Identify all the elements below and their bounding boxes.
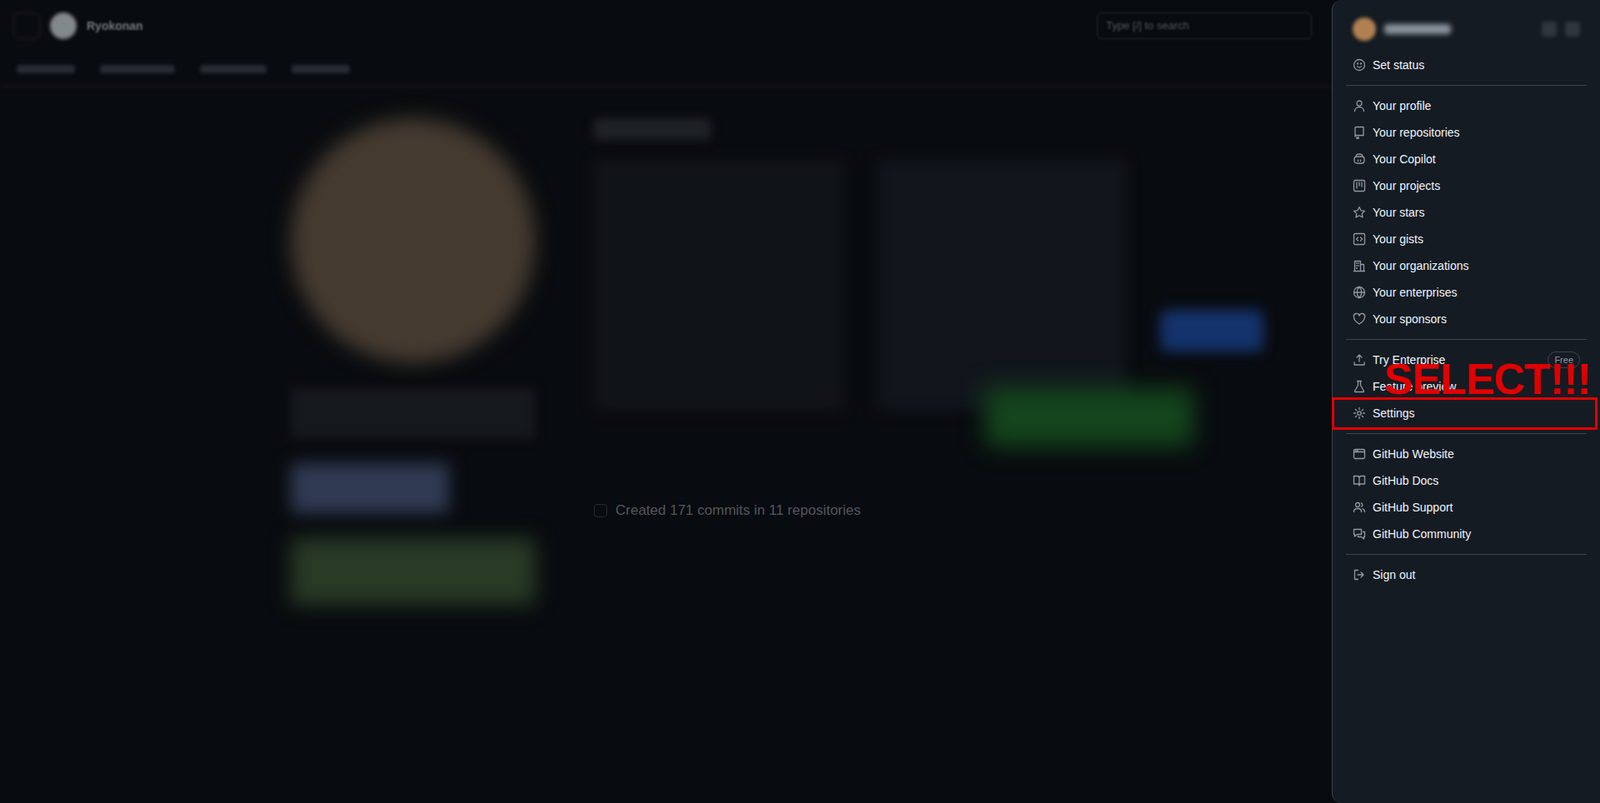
browser-icon xyxy=(1352,447,1366,461)
menu-item-label: Settings xyxy=(1372,404,1416,423)
book-icon xyxy=(1352,473,1366,488)
people-icon xyxy=(1352,500,1366,514)
sign-out-icon xyxy=(1352,568,1366,582)
menu-item[interactable]: Your Copilot xyxy=(1345,145,1587,173)
menu-item-label: Your organizations xyxy=(1372,257,1469,275)
menu-item-label: Your Copilot xyxy=(1372,150,1436,169)
menu-item-label: Your stars xyxy=(1372,204,1426,222)
menu-item[interactable]: Your stars xyxy=(1345,199,1587,226)
github-profile-page: Ryokonan Type [/] to search xyxy=(0,0,1600,803)
project-icon xyxy=(1352,179,1366,193)
upload-icon xyxy=(1352,353,1366,367)
code-square-icon xyxy=(1352,232,1366,246)
menu-item[interactable]: Sign out xyxy=(1345,561,1587,589)
menu-item[interactable]: Your sponsors xyxy=(1345,305,1587,333)
menu-item[interactable]: Your projects xyxy=(1345,172,1587,200)
menu-item[interactable]: GitHub Website xyxy=(1345,440,1587,468)
menu-item-label: GitHub Docs xyxy=(1372,472,1439,490)
menu-header xyxy=(1345,6,1587,52)
menu-divider xyxy=(1345,553,1587,555)
menu-item-label: Your sponsors xyxy=(1372,310,1447,329)
menu-item-label: Set status xyxy=(1372,56,1425,75)
menu-divider xyxy=(1345,338,1587,340)
globe-icon xyxy=(1352,285,1366,300)
annotation-label: SELECT!!! xyxy=(1384,357,1591,401)
highlight-box xyxy=(1331,397,1598,430)
menu-item[interactable]: Your repositories xyxy=(1345,119,1587,146)
user-avatar[interactable] xyxy=(1352,17,1376,41)
menu-item-label: Sign out xyxy=(1372,566,1416,584)
menu-item[interactable]: Settings xyxy=(1345,399,1587,427)
heart-icon xyxy=(1352,312,1366,326)
menu-item-label: Your repositories xyxy=(1372,124,1461,142)
beaker-icon xyxy=(1352,379,1366,394)
menu-item-label: Your projects xyxy=(1372,177,1441,195)
menu-item[interactable]: GitHub Docs xyxy=(1345,467,1587,494)
menu-divider xyxy=(1345,433,1587,434)
menu-item[interactable]: GitHub Support xyxy=(1345,493,1587,521)
menu-divider xyxy=(1345,84,1587,86)
smiley-icon xyxy=(1352,58,1366,72)
gear-icon xyxy=(1352,406,1366,420)
menu-item-label: Your gists xyxy=(1372,230,1424,249)
menu-list: Set status Your profile Your repositories Y… xyxy=(1345,51,1587,589)
menu-item[interactable]: Your gists xyxy=(1345,225,1587,253)
menu-item[interactable]: Your organizations xyxy=(1345,252,1587,280)
switch-account-icon[interactable] xyxy=(1541,21,1557,37)
menu-item-label: GitHub Website xyxy=(1372,445,1455,464)
menu-item[interactable]: Set status xyxy=(1345,51,1587,79)
organization-icon xyxy=(1352,259,1366,273)
close-icon[interactable] xyxy=(1565,21,1581,37)
repo-icon xyxy=(1352,125,1366,140)
copilot-icon xyxy=(1352,152,1366,166)
menu-item[interactable]: Your profile xyxy=(1345,92,1587,120)
comment-discussion-icon xyxy=(1352,527,1366,541)
user-menu: Set status Your profile Your repositories Y… xyxy=(1331,0,1600,803)
menu-item[interactable]: Your enterprises xyxy=(1345,279,1587,306)
username xyxy=(1384,24,1451,35)
menu-item-label: Your enterprises xyxy=(1372,284,1457,302)
menu-item-label: GitHub Community xyxy=(1372,525,1471,544)
menu-item-label: Your profile xyxy=(1372,97,1431,115)
menu-item-label: GitHub Support xyxy=(1372,498,1454,517)
star-icon xyxy=(1352,205,1366,220)
menu-item[interactable]: GitHub Community xyxy=(1345,520,1587,548)
person-icon xyxy=(1352,99,1366,113)
